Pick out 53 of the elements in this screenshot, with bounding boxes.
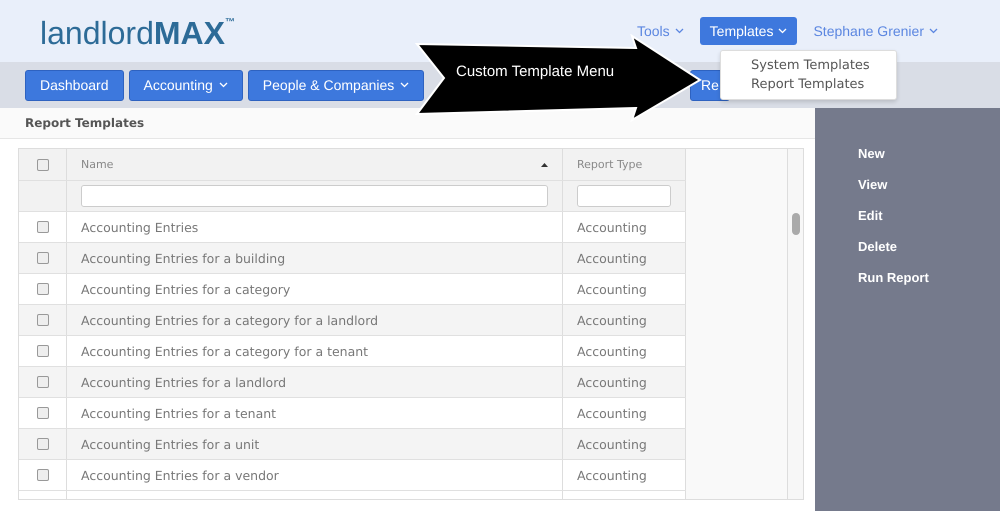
table-cell: Accounting — [563, 243, 686, 273]
nav-button[interactable]: Accounting — [128, 70, 243, 100]
logo: landlordMAX$^{™}$ — [40, 14, 235, 52]
table-cell: Accounting Entries for a unit — [67, 429, 563, 459]
table-cell: Accounting Entries for a landlord — [67, 367, 563, 397]
table-cell: Accounting — [563, 367, 686, 397]
caret-icon — [218, 82, 228, 88]
table-cell: Accounting — [563, 429, 686, 459]
table-cell: Accounting Entries — [67, 212, 563, 242]
top-menu-item[interactable]: Templates — [700, 17, 798, 45]
row-checkbox[interactable] — [36, 283, 48, 295]
caret-icon — [778, 28, 788, 34]
row-checkbox[interactable] — [36, 252, 48, 264]
row-checkbox[interactable] — [36, 314, 48, 326]
caret-icon — [400, 82, 410, 88]
row-checkbox[interactable] — [36, 158, 48, 170]
top-menu-item[interactable]: Tools — [626, 17, 694, 45]
table-cell: Accounting — [563, 212, 686, 242]
nav-button[interactable]: Dashboard — [25, 70, 124, 100]
table-cell: Accounting — [563, 460, 686, 490]
scrollbar[interactable] — [787, 149, 803, 499]
action-link[interactable]: Run Report — [858, 270, 929, 285]
column-header[interactable]: Report Type — [563, 149, 686, 180]
callout-label: Custom Template Menu — [456, 63, 614, 80]
page-title: Report Templates — [0, 108, 815, 139]
table-cell: Accounting Entries for a vendor — [67, 460, 563, 490]
action-link[interactable]: Edit — [858, 208, 883, 223]
nav-button[interactable]: People & Companies — [248, 70, 424, 100]
table-cell: Accounting Entries for a tenant — [67, 398, 563, 428]
row-checkbox[interactable] — [36, 376, 48, 388]
row-checkbox[interactable] — [36, 407, 48, 419]
filter-field[interactable] — [81, 185, 548, 207]
filter-field[interactable] — [577, 185, 671, 207]
table-cell: Accounting — [563, 274, 686, 304]
table-cell: Accounting Entries for a building — [67, 243, 563, 273]
row-checkbox[interactable] — [36, 345, 48, 357]
table-cell: Accounting — [563, 336, 686, 366]
row-checkbox[interactable] — [36, 438, 48, 450]
table-cell: Accounting Entries for a category for a landlord — [67, 305, 563, 335]
top-menu-item[interactable]: Stephane Grenier — [803, 17, 948, 45]
action-link[interactable]: Delete — [858, 239, 898, 254]
table-cell: Accounting — [563, 305, 686, 335]
table-cell: Accounting Entries for a category for a tenant — [67, 336, 563, 366]
row-checkbox[interactable] — [36, 221, 48, 233]
action-link[interactable]: New — [858, 146, 885, 161]
sort-icon — [541, 162, 548, 166]
column-header[interactable]: Name — [67, 149, 563, 180]
caret-icon — [674, 28, 684, 34]
row-checkbox[interactable] — [36, 469, 48, 481]
table-cell: Accounting — [563, 398, 686, 428]
table-cell: Accounting Entries for a category — [67, 274, 563, 304]
caret-icon — [929, 28, 938, 34]
action-link[interactable]: View — [858, 177, 888, 192]
